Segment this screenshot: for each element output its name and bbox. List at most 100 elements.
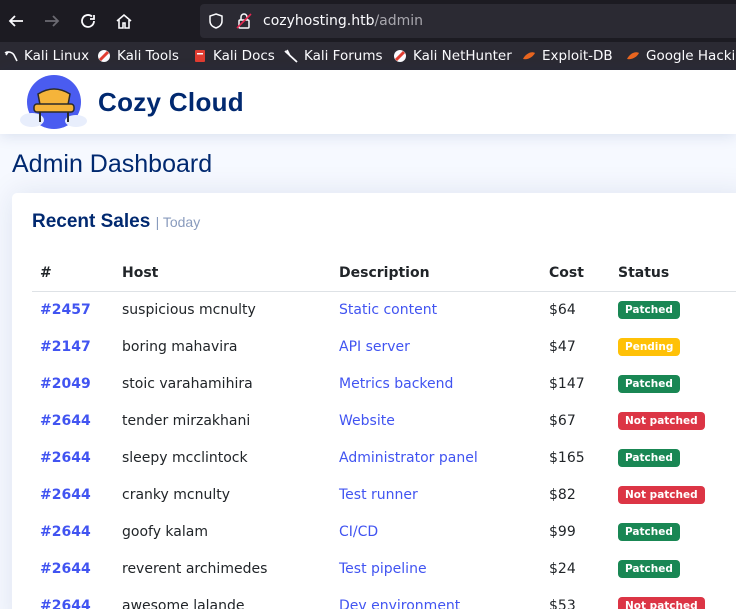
description-cell: API server <box>331 328 541 365</box>
cost-cell: $99 <box>549 523 576 540</box>
status-cell: Patched <box>610 513 736 550</box>
description-link[interactable]: Test runner <box>339 487 418 503</box>
column-header-status[interactable]: Status <box>610 255 736 292</box>
column-header-id[interactable]: # <box>32 255 114 292</box>
order-id-link[interactable]: #2049 <box>40 376 91 392</box>
kali-dragon-icon <box>4 51 18 62</box>
bookmark-kali-forums[interactable]: Kali Forums <box>284 47 383 65</box>
description-link[interactable]: Test pipeline <box>339 561 427 577</box>
table-row: #2644 goofy kalam CI/CD $99 Patched <box>32 513 736 550</box>
order-id-link[interactable]: #2644 <box>40 450 91 466</box>
host-cell: reverent archimedes <box>122 560 268 577</box>
bookmark-kali-tools[interactable]: Kali Tools <box>97 47 179 65</box>
back-arrow-icon[interactable] <box>4 9 28 33</box>
address-bar[interactable]: cozyhosting.htb/admin <box>200 4 736 38</box>
row-id-cell: #2049 <box>32 365 114 402</box>
description-cell: Test runner <box>331 476 541 513</box>
bookmark-kali-nethunter[interactable]: Kali NetHunter <box>393 47 512 65</box>
shield-icon[interactable] <box>207 12 225 30</box>
card-title: Recent Sales | Today <box>32 211 201 232</box>
reload-icon[interactable] <box>76 9 100 33</box>
row-id-cell: #2644 <box>32 476 114 513</box>
order-id-link[interactable]: #2644 <box>40 598 91 609</box>
status-cell: Patched <box>610 550 736 587</box>
column-header-host[interactable]: Host <box>114 255 331 292</box>
home-icon[interactable] <box>112 9 136 33</box>
table-row: #2644 reverent archimedes Test pipeline $24… <box>32 550 736 587</box>
table-row: #2644 sleepy mcclintock Administrator pane… <box>32 439 736 476</box>
description-cell: CI/CD <box>331 513 541 550</box>
page-title: Admin Dashboard <box>12 150 213 178</box>
url-text: cozyhosting.htb/admin <box>263 13 424 29</box>
host-cell: goofy kalam <box>122 523 208 540</box>
site-header: Cozy Cloud <box>0 70 736 134</box>
description-cell: Metrics backend <box>331 365 541 402</box>
status-badge: Patched <box>618 559 680 578</box>
bookmark-kali-docs[interactable]: Kali Docs <box>193 47 275 65</box>
description-link[interactable]: Metrics backend <box>339 376 453 392</box>
description-link[interactable]: Static content <box>339 302 437 318</box>
description-link[interactable]: API server <box>339 339 410 355</box>
forward-arrow-icon[interactable] <box>40 9 64 33</box>
host-cell: sleepy mcclintock <box>122 449 248 466</box>
description-link[interactable]: Website <box>339 413 395 429</box>
sales-table-body: #2457 suspicious mcnulty Static content $64… <box>32 291 736 609</box>
host-cell: stoic varahamihira <box>122 375 253 392</box>
row-id-cell: #2147 <box>32 328 114 365</box>
order-id-link[interactable]: #2644 <box>40 413 91 429</box>
status-badge: Patched <box>618 448 680 467</box>
brand-name[interactable]: Cozy Cloud <box>98 87 244 118</box>
host-cell: cranky mcnulty <box>122 486 230 503</box>
table-row: #2457 suspicious mcnulty Static content $64… <box>32 291 736 328</box>
cost-cell: $67 <box>549 412 576 429</box>
description-link[interactable]: CI/CD <box>339 524 378 540</box>
cozy-cloud-logo-icon[interactable] <box>18 74 90 132</box>
table-row: #2644 awesome lalande Dev environment $53 No… <box>32 587 736 609</box>
browser-toolbar: cozyhosting.htb/admin <box>0 0 736 42</box>
status-cell: Patched <box>610 291 736 328</box>
status-badge: Pending <box>618 337 681 356</box>
order-id-link[interactable]: #2644 <box>40 487 91 503</box>
row-id-cell: #2644 <box>32 439 114 476</box>
table-header-row: # Host Description Cost Status <box>32 255 736 292</box>
table-row: #2644 tender mirzakhani Website $67 Not patc… <box>32 402 736 439</box>
status-cell: Patched <box>610 365 736 402</box>
status-cell: Pending <box>610 328 736 365</box>
order-id-link[interactable]: #2457 <box>40 302 91 318</box>
bookmark-google-hacking[interactable]: Google Hacking <box>626 47 736 65</box>
bookmarks-bar: Kali Linux Kali Tools Kali Docs Kali For… <box>0 42 736 70</box>
host-cell: tender mirzakhani <box>122 412 251 429</box>
order-id-link[interactable]: #2644 <box>40 524 91 540</box>
status-badge: Patched <box>618 300 680 319</box>
bookmark-kali-linux[interactable]: Kali Linux <box>4 47 89 65</box>
row-id-cell: #2457 <box>32 291 114 328</box>
status-badge: Patched <box>618 374 680 393</box>
insecure-lock-icon[interactable] <box>235 12 253 30</box>
column-header-cost[interactable]: Cost <box>541 255 610 292</box>
description-cell: Website <box>331 402 541 439</box>
cost-cell: $24 <box>549 560 576 577</box>
table-row: #2644 cranky mcnulty Test runner $82 Not pat… <box>32 476 736 513</box>
cost-cell: $165 <box>549 449 585 466</box>
row-id-cell: #2644 <box>32 513 114 550</box>
description-cell: Administrator panel <box>331 439 541 476</box>
description-link[interactable]: Administrator panel <box>339 450 478 466</box>
google-hacking-icon <box>627 52 639 60</box>
order-id-link[interactable]: #2147 <box>40 339 91 355</box>
sales-table: # Host Description Cost Status #2457 susp… <box>32 255 736 609</box>
column-header-description[interactable]: Description <box>331 255 541 292</box>
status-badge: Patched <box>618 522 680 541</box>
cost-cell: $64 <box>549 301 576 318</box>
bookmark-exploit-db[interactable]: Exploit-DB <box>522 47 613 65</box>
status-badge: Not patched <box>618 596 705 609</box>
status-badge: Not patched <box>618 485 705 504</box>
status-cell: Not patched <box>610 476 736 513</box>
exploit-db-icon <box>523 52 535 60</box>
host-cell: suspicious mcnulty <box>122 301 256 318</box>
description-link[interactable]: Dev environment <box>339 598 460 609</box>
host-cell: awesome lalande <box>122 597 245 609</box>
table-row: #2147 boring mahavira API server $47 Pending <box>32 328 736 365</box>
cost-cell: $53 <box>549 597 576 609</box>
order-id-link[interactable]: #2644 <box>40 561 91 577</box>
cost-cell: $147 <box>549 375 585 392</box>
